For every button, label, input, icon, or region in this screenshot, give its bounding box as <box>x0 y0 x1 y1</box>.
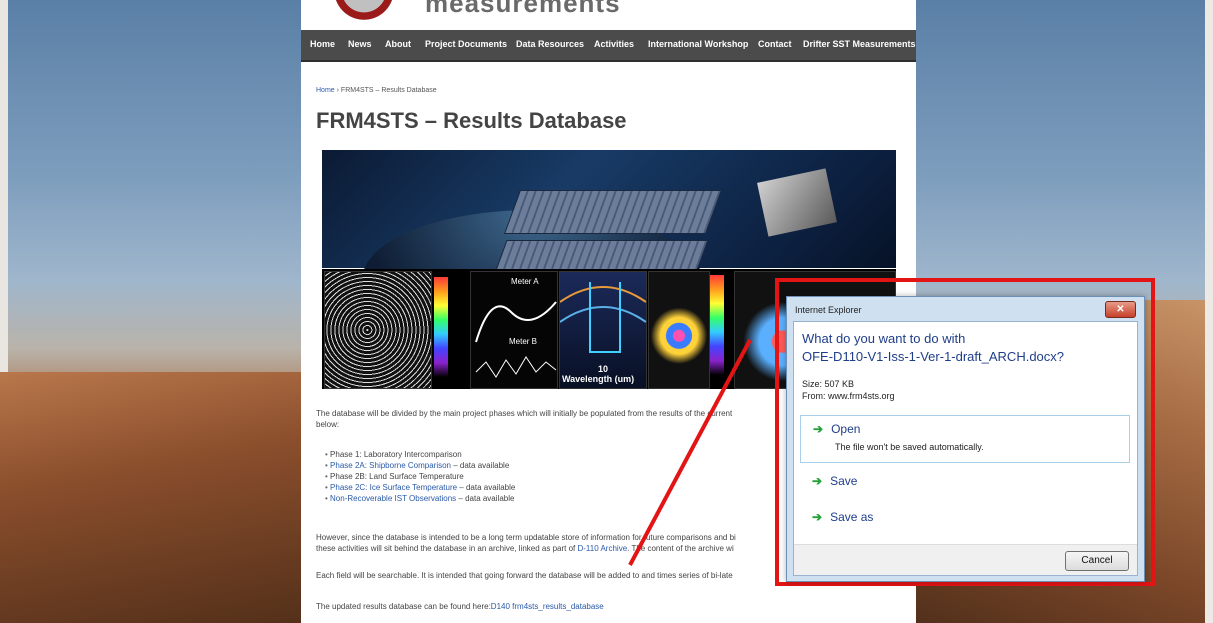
open-subtext: The file won't be saved automatically. <box>835 442 984 452</box>
dialog-title: Internet Explorer <box>795 305 862 315</box>
wavelength-label: Wavelength (um) <box>562 374 635 384</box>
meter-plot-image: Meter A Meter B <box>470 271 558 389</box>
solar-panel-image <box>503 190 723 234</box>
non-recoverable-ist-link[interactable]: Non-Recoverable IST Observations <box>330 494 456 503</box>
map-plot-image <box>324 271 432 389</box>
archive-text-2: these activities will sit behind the dat… <box>316 544 578 553</box>
archive-text-1: However, since the database is intended … <box>316 533 736 542</box>
download-dialog: Internet Explorer ✕ What do you want to … <box>786 296 1145 582</box>
breadcrumb-current: FRM4STS – Results Database <box>340 87 437 94</box>
save-as-option[interactable]: ➔ Save as <box>812 510 873 524</box>
phase-2a-link[interactable]: Phase 2A: Shipborne Comparison <box>330 461 451 470</box>
meter-b-label: Meter B <box>509 337 537 346</box>
desktop-wallpaper-dune-left <box>0 372 301 623</box>
arrow-right-icon: ➔ <box>813 422 824 436</box>
satellite-body-image <box>757 168 837 237</box>
nav-project-documents[interactable]: Project Documents <box>425 39 507 49</box>
list-item: Non-Recoverable IST Observations – data … <box>325 493 515 504</box>
non-recoverable-ist-tail: – data available <box>456 494 515 503</box>
site-header: measurements <box>301 0 916 30</box>
intro-text-2: below: <box>316 420 340 429</box>
d110-archive-link[interactable]: D-110 Archive <box>577 544 627 553</box>
wavelength-plot-lines: 10 <box>559 282 647 374</box>
scatter-plot-image <box>648 271 710 389</box>
results-text: The updated results database can be foun… <box>316 602 491 611</box>
breadcrumb: Home › FRM4STS – Results Database <box>316 87 437 94</box>
nav-activities[interactable]: Activities <box>594 39 634 49</box>
phase-2c-tail: – data available <box>457 483 516 492</box>
breadcrumb-home[interactable]: Home <box>316 87 335 94</box>
dialog-question-text: What do you want to do with <box>802 331 966 346</box>
wavelength-plot-image: 10 Wavelength (um) <box>559 271 647 389</box>
open-option[interactable]: ➔ Open The file won't be saved automatica… <box>800 415 1130 463</box>
file-source: From: www.frm4sts.org <box>802 391 895 401</box>
open-option-label-row: ➔ Open <box>813 422 860 436</box>
open-label: Open <box>831 422 861 436</box>
list-item: Phase 2C: Ice Surface Temperature – data… <box>325 482 515 493</box>
phase-2a-tail: – data available <box>451 461 510 470</box>
list-item: Phase 1: Laboratory Intercomparison <box>325 449 515 460</box>
desktop-edge-right <box>1205 0 1213 623</box>
save-label: Save <box>830 474 858 488</box>
dialog-footer: Cancel <box>794 544 1137 575</box>
colorbar-image <box>434 277 448 377</box>
main-nav: Home News About Project Documents Data R… <box>301 30 916 62</box>
phase-2b-text: Phase 2B: Land Surface Temperature <box>330 472 464 481</box>
d140-results-database-link[interactable]: D140 frm4sts_results_database <box>491 602 604 611</box>
arrow-right-icon: ➔ <box>812 510 823 524</box>
dialog-question: What do you want to do with OFE-D110-V1-… <box>802 330 1064 366</box>
archive-text-3: . The content of the archive wi <box>627 544 734 553</box>
page-title: FRM4STS – Results Database <box>316 108 627 133</box>
site-logo[interactable] <box>325 0 403 20</box>
file-size: Size: 507 KB <box>802 379 855 389</box>
dialog-filename: OFE-D110-V1-Iss-1-Ver-1-draft_ARCH.docx? <box>802 349 1065 364</box>
results-paragraph: The updated results database can be foun… <box>316 601 916 612</box>
phase-list: Phase 1: Laboratory Intercomparison Phas… <box>325 449 515 504</box>
cancel-button[interactable]: Cancel <box>1065 551 1129 571</box>
nav-international-workshop[interactable]: International Workshop <box>648 39 748 49</box>
nav-contact[interactable]: Contact <box>758 39 792 49</box>
nav-news[interactable]: News <box>348 39 372 49</box>
nav-data-resources[interactable]: Data Resources <box>516 39 584 49</box>
nav-about[interactable]: About <box>385 39 411 49</box>
dialog-body: What do you want to do with OFE-D110-V1-… <box>793 321 1138 576</box>
close-icon[interactable]: ✕ <box>1105 301 1136 318</box>
satellite-banner-image <box>322 150 896 350</box>
list-item: Phase 2B: Land Surface Temperature <box>325 471 515 482</box>
arrow-right-icon: ➔ <box>812 474 823 488</box>
intro-text: The database will be divided by the main… <box>316 409 733 418</box>
list-item: Phase 2A: Shipborne Comparison – data av… <box>325 460 515 471</box>
nav-drifter-sst[interactable]: Drifter SST Measurements <box>803 39 916 49</box>
save-option[interactable]: ➔ Save <box>812 474 857 488</box>
file-meta: Size: 507 KB From: www.frm4sts.org <box>802 378 895 402</box>
site-logo-text: measurements <box>425 0 621 18</box>
nav-home[interactable]: Home <box>310 39 335 49</box>
meter-plot-lines: Meter A Meter B <box>475 277 557 378</box>
save-as-label: Save as <box>830 510 874 524</box>
meter-a-label: Meter A <box>511 277 539 286</box>
phase-2c-link[interactable]: Phase 2C: Ice Surface Temperature <box>330 483 457 492</box>
ten-label: 10 <box>598 364 608 374</box>
phase-1-text: Phase 1: Laboratory Intercomparison <box>330 450 462 459</box>
colorbar-image-2 <box>710 275 724 375</box>
